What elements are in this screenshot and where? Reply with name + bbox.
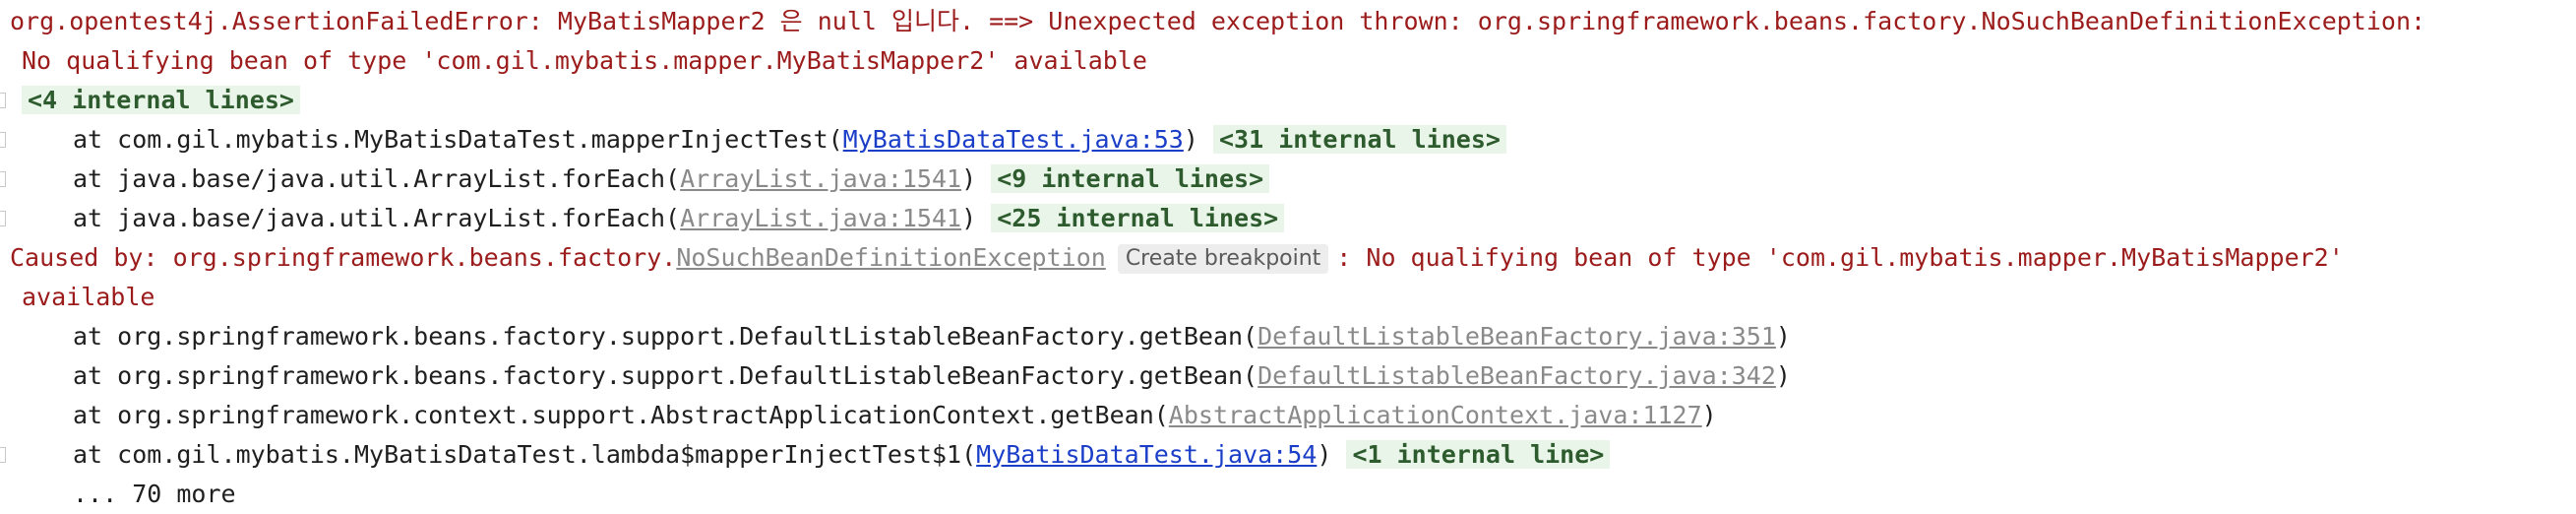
stack-frame-method: at java.base/java.util.ArrayList.forEach… bbox=[73, 164, 681, 193]
stack-frame-close: ) bbox=[1317, 440, 1332, 469]
internal-lines-fold[interactable]: <25 internal lines> bbox=[991, 204, 1285, 232]
stack-frame-close: ) bbox=[1775, 361, 1791, 390]
create-breakpoint-button[interactable]: Create breakpoint bbox=[1117, 244, 1329, 274]
stack-frame-close: ) bbox=[1701, 401, 1717, 429]
console-line-error-continuation: No qualifying bean of type 'com.gil.myba… bbox=[0, 41, 2576, 81]
stack-frame: at com.gil.mybatis.MyBatisDataTest.lambd… bbox=[0, 435, 2576, 475]
stack-frame-method: at org.springframework.beans.factory.sup… bbox=[73, 361, 1258, 390]
stack-frame-close: ) bbox=[1775, 322, 1791, 351]
source-link[interactable]: ArrayList.java:1541 bbox=[680, 164, 961, 193]
error-message-continued: No qualifying bean of type 'com.gil.myba… bbox=[22, 46, 1147, 75]
console-line-error-header: org.opentest4j.AssertionFailedError: MyB… bbox=[0, 2, 2576, 41]
exception-class-link[interactable]: NoSuchBeanDefinitionException bbox=[676, 243, 1106, 272]
source-link[interactable]: DefaultListableBeanFactory.java:342 bbox=[1257, 361, 1776, 390]
console-line-folded: <4 internal lines> bbox=[0, 81, 2576, 120]
source-link[interactable]: DefaultListableBeanFactory.java:351 bbox=[1257, 322, 1776, 351]
fold-marker-icon[interactable] bbox=[0, 93, 6, 108]
stack-frame: at org.springframework.context.support.A… bbox=[0, 396, 2576, 435]
stack-frame-method: at org.springframework.beans.factory.sup… bbox=[73, 322, 1258, 351]
more-frames-line: ... 70 more bbox=[0, 475, 2576, 514]
stack-frame-close: ) bbox=[1183, 125, 1198, 154]
stack-frame-close: ) bbox=[961, 204, 977, 232]
stack-frame: at java.base/java.util.ArrayList.forEach… bbox=[0, 199, 2576, 238]
stack-frame-method: at org.springframework.context.support.A… bbox=[73, 401, 1169, 429]
caused-by-line: Caused by: org.springframework.beans.fac… bbox=[0, 238, 2576, 278]
caused-by-message: : No qualifying bean of type 'com.gil.my… bbox=[1336, 243, 2344, 272]
stack-frame: at org.springframework.beans.factory.sup… bbox=[0, 317, 2576, 356]
fold-marker-icon[interactable] bbox=[0, 132, 6, 148]
internal-lines-fold[interactable]: <1 internal line> bbox=[1346, 440, 1611, 469]
source-link[interactable]: AbstractApplicationContext.java:1127 bbox=[1169, 401, 1702, 429]
caused-by-prefix: Caused by: org.springframework.beans.fac… bbox=[10, 243, 677, 272]
fold-marker-icon[interactable] bbox=[0, 447, 6, 463]
stack-frame: at org.springframework.beans.factory.sup… bbox=[0, 356, 2576, 396]
stack-frame: at java.base/java.util.ArrayList.forEach… bbox=[0, 160, 2576, 199]
internal-lines-fold[interactable]: <4 internal lines> bbox=[22, 86, 300, 114]
stack-frame: at com.gil.mybatis.MyBatisDataTest.mappe… bbox=[0, 120, 2576, 160]
fold-marker-icon[interactable] bbox=[0, 171, 6, 187]
error-message: org.opentest4j.AssertionFailedError: MyB… bbox=[10, 7, 2426, 35]
source-link[interactable]: ArrayList.java:1541 bbox=[680, 204, 961, 232]
caused-by-message-continued: available bbox=[22, 283, 155, 311]
stack-frame-method: at com.gil.mybatis.MyBatisDataTest.lambd… bbox=[73, 440, 977, 469]
source-link[interactable]: MyBatisDataTest.java:54 bbox=[976, 440, 1317, 469]
stack-frame-method: at java.base/java.util.ArrayList.forEach… bbox=[73, 204, 681, 232]
caused-by-continuation: available bbox=[0, 278, 2576, 317]
fold-marker-icon[interactable] bbox=[0, 211, 6, 226]
console-output: org.opentest4j.AssertionFailedError: MyB… bbox=[0, 0, 2576, 508]
internal-lines-fold[interactable]: <9 internal lines> bbox=[991, 164, 1270, 193]
stack-frame-close: ) bbox=[961, 164, 977, 193]
source-link[interactable]: MyBatisDataTest.java:53 bbox=[843, 125, 1184, 154]
internal-lines-fold[interactable]: <31 internal lines> bbox=[1212, 125, 1506, 154]
more-frames-count: ... 70 more bbox=[73, 480, 236, 508]
stack-frame-method: at com.gil.mybatis.MyBatisDataTest.mappe… bbox=[73, 125, 843, 154]
